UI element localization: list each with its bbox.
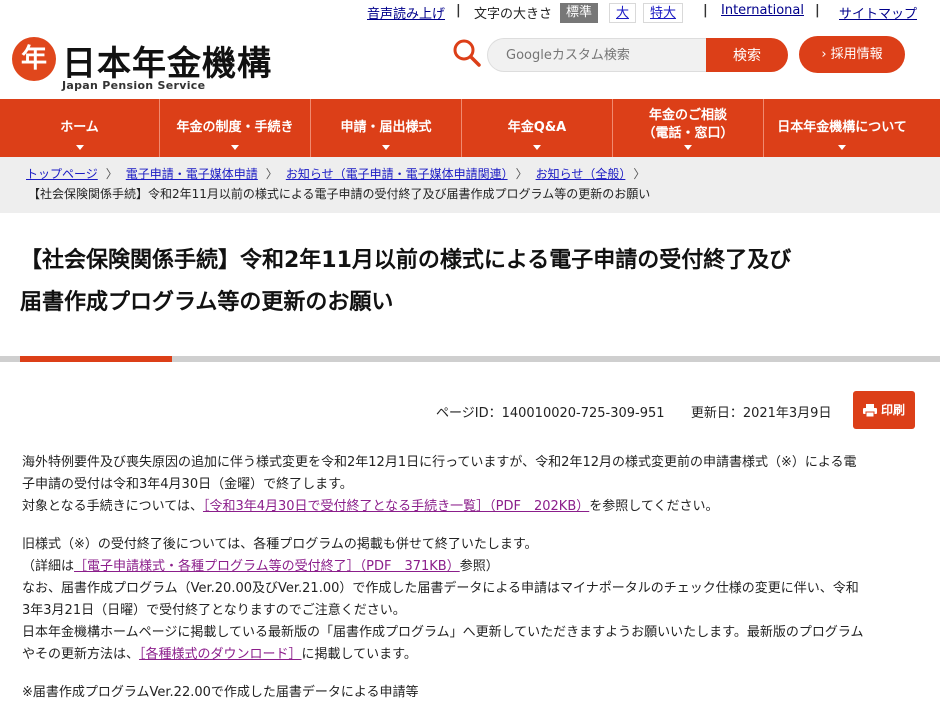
breadcrumb-current: 【社会保険関係手続】令和2年11月以前の様式による電子申請の受付終了及び届書作成… <box>28 187 651 201</box>
text: を参照してください。 <box>589 499 719 514</box>
audio-reading-link[interactable]: 音声読み上げ <box>367 3 445 22</box>
nav-item-forms[interactable]: 申請・届出様式 <box>311 99 462 157</box>
logo-icon[interactable]: 年 <box>12 37 56 81</box>
page-id: ページID：140010020-725-309-951 <box>436 406 665 421</box>
breadcrumb-link[interactable]: お知らせ（電子申請・電子媒体申請関連） <box>286 167 508 181</box>
font-size-large-button[interactable]: 大 <box>609 3 637 23</box>
chevron-down-icon <box>231 145 239 150</box>
note: ※届書作成プログラムVer.22.00で作成した届書データによる申請等 <box>22 685 419 700</box>
sitemap-link[interactable]: サイトマップ <box>839 3 917 22</box>
search-icon <box>453 39 481 67</box>
logo-text[interactable]: 日本年金機構 <box>62 36 272 85</box>
text: やその更新方法は、 <box>22 647 140 662</box>
utility-bar: 音声読み上げ | 文字の大きさ 標準 大 特大 | International … <box>0 0 940 24</box>
text: 日本年金機構ホームページに掲載している最新版の「届書作成プログラム」へ更新してい… <box>22 625 864 640</box>
breadcrumb-separator: 〉 <box>515 167 528 181</box>
paragraph: 旧様式（※）の受付終了後については、各種プログラムの掲載も併せて終了いたします。… <box>22 534 902 666</box>
page-title-line: 届書作成プログラム等の更新のお願い <box>20 290 394 315</box>
text: 3年3月21日（日曜）で受付終了となりますのでご注意ください。 <box>22 603 406 618</box>
printer-icon <box>862 404 877 417</box>
text: なお、届書作成プログラム（Ver.20.00及びVer.21.00）で作成した届… <box>22 581 859 596</box>
breadcrumb-separator: 〉 <box>265 167 278 181</box>
text: 参照） <box>459 559 499 574</box>
font-size-label: 文字の大きさ <box>474 7 553 22</box>
program-termination-link[interactable]: ［電子申請様式・各種プログラム等の受付終了］（PDF 371KB） <box>74 559 460 574</box>
font-size-standard-button[interactable]: 標準 <box>560 3 599 23</box>
separator: | <box>703 3 708 18</box>
text: 対象となる手続きについては、 <box>22 499 203 514</box>
updated-date: 更新日：2021年3月9日 <box>690 406 832 421</box>
international-link[interactable]: International <box>721 3 804 18</box>
chevron-down-icon <box>684 145 692 150</box>
chevron-down-icon <box>533 145 541 150</box>
paragraph: 海外特例要件及び喪失原因の追加に伴う様式変更を令和2年12月1日に行っていますが… <box>22 452 902 518</box>
search-input[interactable] <box>487 38 707 72</box>
nav-item-label: 年金の制度・手続き <box>176 120 294 135</box>
chevron-down-icon <box>75 145 84 150</box>
search-button[interactable]: 検索 <box>706 38 788 72</box>
breadcrumb: トップページ〉電子申請・電子媒体申請〉お知らせ（電子申請・電子媒体申請関連）〉お… <box>0 157 940 213</box>
nav-item-about[interactable]: 日本年金機構について <box>764 99 920 157</box>
nav-item-consultation[interactable]: 年金のご相談 （電話・窓口） <box>613 99 764 157</box>
chevron-down-icon <box>382 145 390 150</box>
form-download-link[interactable]: ［各種様式のダウンロード］ <box>139 647 302 662</box>
page-title: 【社会保険関係手続】令和2年11月以前の様式による電子申請の受付終了及び 届書作… <box>20 240 920 324</box>
nav-item-label: ホーム <box>60 120 99 135</box>
breadcrumb-separator: 〉 <box>105 167 118 181</box>
nav-item-label: 年金のご相談 （電話・窓口） <box>642 108 734 141</box>
nav-item-home[interactable]: ホーム <box>0 99 160 157</box>
print-button[interactable]: 印刷 <box>853 391 915 429</box>
nav-item-label: 年金Q&A <box>507 120 567 135</box>
nav-item-system[interactable]: 年金の制度・手続き <box>160 99 311 157</box>
text: 旧様式（※）の受付終了後については、各種プログラムの掲載も併せて終了いたします。 <box>22 537 538 552</box>
page-title-line: 【社会保険関係手続】令和2年11月以前の様式による電子申請の受付終了及び <box>20 248 792 273</box>
breadcrumb-separator: 〉 <box>633 167 646 181</box>
text: （詳細は <box>22 559 75 574</box>
terminated-procedures-link[interactable]: ［令和3年4月30日で受付終了となる手続き一覧］（PDF 202KB） <box>203 499 589 514</box>
separator: | <box>456 3 461 18</box>
title-divider-accent <box>20 356 172 362</box>
breadcrumb-link[interactable]: 電子申請・電子媒体申請 <box>126 167 258 181</box>
breadcrumb-link[interactable]: お知らせ（全般） <box>536 167 626 181</box>
nav-item-label: 日本年金機構について <box>777 120 907 135</box>
chevron-down-icon <box>838 145 846 150</box>
nav-item-label: 申請・届出様式 <box>340 120 432 135</box>
nav-item-qa[interactable]: 年金Q&A <box>462 99 613 157</box>
font-size-xlarge-button[interactable]: 特大 <box>643 3 684 23</box>
print-label: 印刷 <box>880 403 905 417</box>
text: 海外特例要件及び喪失原因の追加に伴う様式変更を令和2年12月1日に行っていますが… <box>22 455 857 470</box>
text: 子申請の受付は令和3年4月30日（金曜）で終了します。 <box>22 477 353 492</box>
separator: | <box>815 3 820 18</box>
breadcrumb-link[interactable]: トップページ <box>26 167 98 181</box>
logo-subtitle: Japan Pension Service <box>62 79 206 92</box>
main-nav: ホーム 年金の制度・手続き 申請・届出様式 年金Q&A 年金のご相談 （電話・窓… <box>0 99 940 157</box>
recruit-button[interactable]: › 採用情報 <box>799 36 905 73</box>
page-meta: ページID：140010020-725-309-951 更新日：2021年3月9… <box>436 402 831 421</box>
text: に掲載しています。 <box>301 647 417 662</box>
